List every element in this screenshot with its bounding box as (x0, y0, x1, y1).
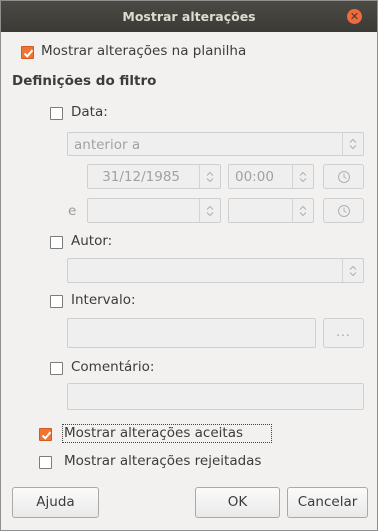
clock-icon (337, 204, 350, 217)
and-label: e (68, 203, 77, 219)
spin-arrows-icon[interactable] (199, 165, 220, 188)
from-date-input[interactable]: 31/12/1985 (87, 164, 221, 189)
title-bar[interactable]: Mostrar alterações ✕ (1, 1, 377, 32)
range-checkbox[interactable] (50, 295, 63, 308)
comment-checkbox[interactable] (50, 362, 63, 375)
to-time-input[interactable] (228, 198, 314, 223)
range-input[interactable] (67, 318, 316, 348)
from-date-value: 31/12/1985 (102, 169, 180, 185)
author-checkbox[interactable] (50, 236, 63, 249)
window-title: Mostrar alterações (122, 9, 256, 24)
close-icon[interactable]: ✕ (347, 9, 362, 24)
from-time-clock-button[interactable] (323, 164, 364, 189)
ok-button[interactable]: OK (195, 487, 280, 518)
date-condition-value: anterior a (74, 137, 141, 153)
range-select-button[interactable]: ... (323, 318, 364, 348)
spin-arrows-icon (342, 133, 363, 155)
date-label: Data: (71, 104, 108, 120)
range-button-label: ... (336, 325, 351, 339)
show-changes-label: Mostrar alterações na planilha (41, 43, 247, 59)
to-time-clock-button[interactable] (323, 198, 364, 223)
range-label: Intervalo: (71, 292, 136, 308)
date-checkbox[interactable] (50, 107, 63, 120)
clock-icon (337, 170, 350, 183)
check-icon (41, 431, 52, 440)
date-condition-select[interactable]: anterior a (67, 132, 364, 156)
author-label: Autor: (71, 233, 113, 249)
show-changes-checkbox[interactable] (21, 46, 34, 59)
cancel-button[interactable]: Cancelar (287, 487, 368, 518)
comment-input[interactable] (67, 383, 364, 410)
from-time-input[interactable]: 00:00 (228, 164, 314, 189)
show-accepted-checkbox[interactable] (39, 428, 52, 441)
author-select[interactable] (67, 258, 364, 283)
spin-arrows-icon[interactable] (199, 199, 220, 222)
spin-arrows-icon[interactable] (292, 199, 313, 222)
show-rejected-checkbox[interactable] (39, 456, 52, 469)
show-accepted-label: Mostrar alterações aceitas (64, 425, 244, 441)
help-button[interactable]: Ajuda (12, 487, 99, 518)
check-icon (23, 49, 34, 58)
to-date-input[interactable] (87, 198, 221, 223)
spin-arrows-icon (342, 259, 363, 282)
comment-label: Comentário: (71, 359, 155, 375)
show-rejected-label: Mostrar alterações rejeitadas (64, 453, 262, 469)
spin-arrows-icon[interactable] (292, 165, 313, 188)
dialog-window: Mostrar alterações ✕ Mostrar alterações … (0, 0, 378, 531)
from-time-value: 00:00 (235, 169, 274, 185)
filter-heading: Definições do filtro (12, 73, 157, 89)
